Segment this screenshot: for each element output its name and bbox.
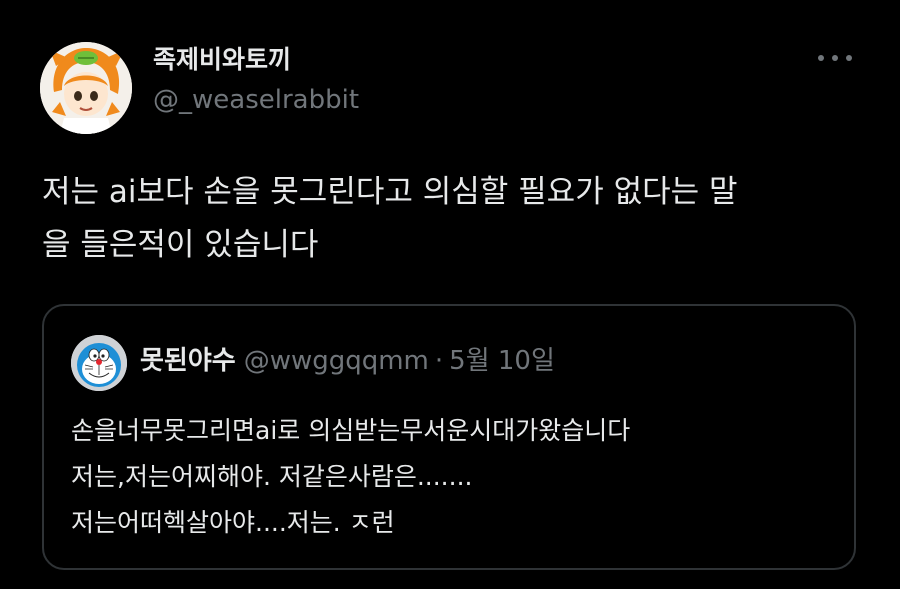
quoted-tweet-text: 손을너무못그리면ai로 의심받는무서운시대가왔습니다 저는,저는어찌해야. 저같… — [71, 408, 841, 546]
author-avatar[interactable] — [40, 42, 132, 134]
quoted-text-line: 손을너무못그리면ai로 의심받는무서운시대가왔습니다 — [71, 416, 631, 445]
quoted-text-line: 저는,저는어찌해야. 저같은사람은....... — [71, 462, 473, 491]
anime-character-icon — [40, 42, 132, 134]
more-options-button[interactable] — [818, 50, 852, 66]
more-dot — [832, 55, 838, 61]
quoted-author-display-name[interactable]: 못된야수 — [140, 346, 236, 376]
quoted-tweet-date[interactable]: 5월 10일 — [449, 346, 555, 376]
tweet-text-line: 저는 ai보다 손을 못그린다고 의심할 필요가 없다는 말 — [42, 174, 738, 210]
doraemon-icon — [71, 335, 127, 391]
tweet-text: 저는 ai보다 손을 못그린다고 의심할 필요가 없다는 말 을 들은적이 있습… — [42, 166, 872, 272]
author-handle[interactable]: @_weaselrabbit — [153, 85, 359, 115]
tweet-text-line: 을 들은적이 있습니다 — [42, 227, 319, 263]
more-dot — [846, 55, 852, 61]
author-display-name[interactable]: 족제비와토끼 — [153, 40, 291, 76]
quoted-tweet-header: 못된야수 @wwggqqmm · 5월 10일 — [140, 344, 555, 378]
separator-dot: · — [434, 346, 444, 376]
quoted-author-handle[interactable]: @wwggqqmm — [244, 346, 429, 376]
quoted-author-avatar[interactable] — [71, 335, 127, 391]
quoted-text-line: 저는어떠헥살아야....저는. ㅈ런 — [71, 508, 395, 537]
quoted-tweet-card[interactable]: 못된야수 @wwggqqmm · 5월 10일 손을너무못그리면ai로 의심받는무서운… — [42, 304, 856, 570]
more-dot — [818, 55, 824, 61]
tweet: 족제비와토끼 @_weaselrabbit 저는 ai보다 손을 못그린다고 의… — [0, 0, 900, 589]
